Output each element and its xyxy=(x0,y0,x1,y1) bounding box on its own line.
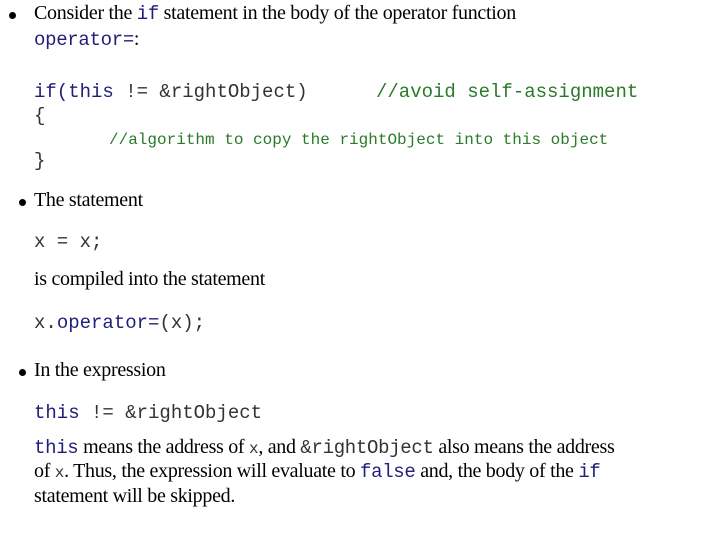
bullet-2-middle: is compiled into the statement xyxy=(34,268,265,290)
code-x-assign: x = x; xyxy=(34,231,103,253)
bullet-2-marker xyxy=(19,199,26,206)
code-comment-avoid: //avoid self-assignment xyxy=(376,81,639,103)
code-x-dot: x. xyxy=(34,312,57,334)
code-args: (x); xyxy=(159,312,206,334)
text: . Thus, the expression will evaluate to xyxy=(64,460,360,482)
explain-line-3: statement will be skipped. xyxy=(34,485,236,507)
x-identifier: x xyxy=(249,440,259,458)
code-expression: this != &rightObject xyxy=(34,402,262,424)
rightobject-ref: &rightObject xyxy=(300,437,434,459)
code-operator-kw: operator= xyxy=(56,312,160,334)
code-compare: != &rightObject xyxy=(79,402,263,424)
code-line-if: if(this != &rightObject) xyxy=(34,81,308,103)
code-if-this: if(this xyxy=(34,81,114,103)
code-this: this xyxy=(34,402,80,424)
if-keyword: if xyxy=(578,461,601,483)
intro-text: Consider the xyxy=(34,2,137,24)
text: also means the address xyxy=(433,436,615,458)
colon: : xyxy=(133,28,140,50)
x-identifier: x xyxy=(54,464,65,482)
bullet-1-marker xyxy=(9,12,16,19)
code-body-comment: //algorithm to copy the rightObject into… xyxy=(109,131,609,149)
bullet-2-intro: The statement xyxy=(34,189,143,211)
bullet-1-intro-line2: operator=: xyxy=(34,28,140,51)
text: of xyxy=(34,460,55,482)
code-close-brace: } xyxy=(34,150,46,172)
explain-line-1: this means the address of x, and &rightO… xyxy=(34,436,615,459)
explain-line-2: of x. Thus, the expression will evaluate… xyxy=(34,460,601,483)
intro-text-suffix: statement in the body of the operator fu… xyxy=(158,2,517,24)
code-condition: != &rightObject) xyxy=(113,81,308,103)
bullet-3-intro: In the expression xyxy=(34,359,166,381)
operator-keyword: operator= xyxy=(34,29,134,51)
if-keyword: if xyxy=(136,3,160,25)
code-operator-call: x.operator=(x); xyxy=(34,312,205,334)
text: , and xyxy=(258,436,301,458)
bullet-1-intro: Consider the if statement in the body of… xyxy=(34,2,516,25)
code-open-brace: { xyxy=(34,105,46,127)
this-keyword: this xyxy=(34,437,79,459)
text: means the address of xyxy=(78,436,249,458)
bullet-3-marker xyxy=(19,369,26,376)
text: and, the body of the xyxy=(415,460,579,482)
false-keyword: false xyxy=(359,461,416,483)
